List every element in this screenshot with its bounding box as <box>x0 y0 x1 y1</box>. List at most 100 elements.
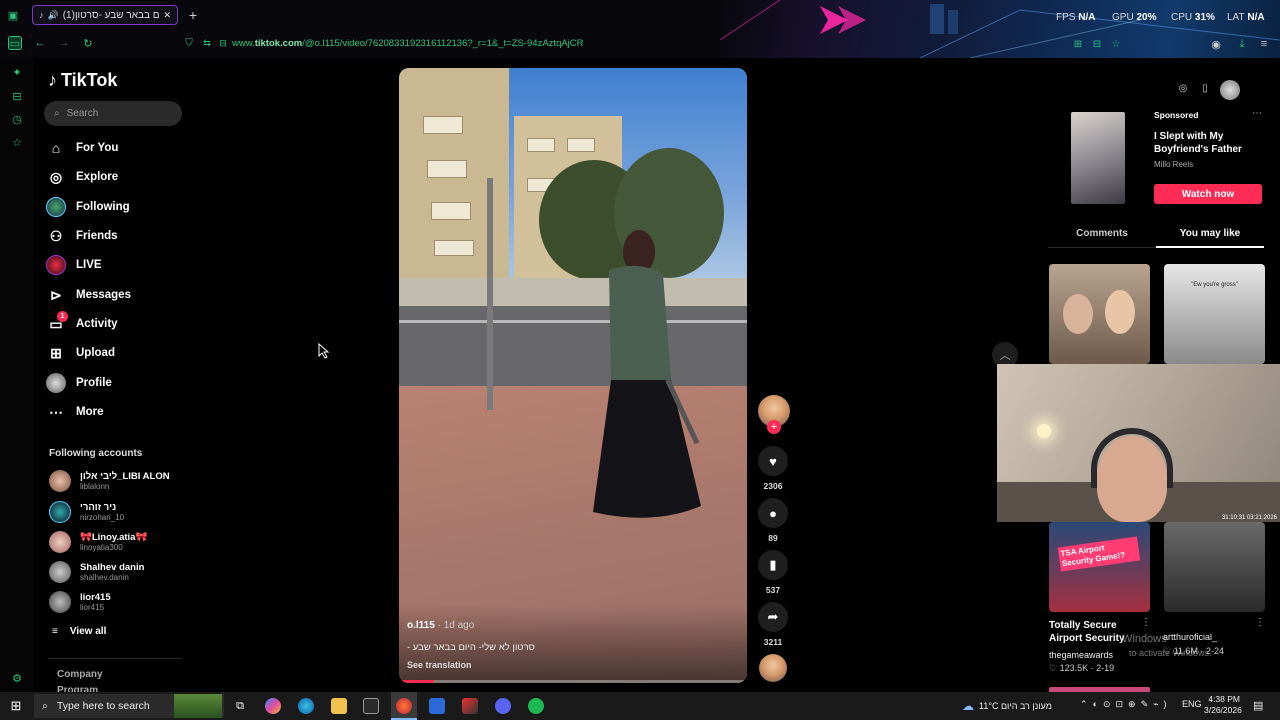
edge-icon[interactable] <box>298 698 314 714</box>
nav-following[interactable]: Following <box>46 196 130 218</box>
pen-app-icon[interactable] <box>462 698 478 714</box>
url-domain: tiktok.com <box>254 38 303 49</box>
workspaces-icon[interactable]: ▣ <box>6 8 20 22</box>
following-account[interactable]: Shalhev danin shalhev.danin <box>49 558 144 586</box>
comment-button[interactable]: ● 89 <box>758 498 788 543</box>
author-name: o.l115 <box>407 620 435 631</box>
menu-icon[interactable]: ≡ <box>1257 37 1271 51</box>
nav-friends[interactable]: ⚇ Friends <box>46 225 118 247</box>
user-avatar[interactable] <box>1220 80 1240 100</box>
new-tab-icon[interactable]: + <box>186 7 200 23</box>
weather-widget[interactable]: ☁ 11°C מעונן רב היום <box>962 699 1052 713</box>
fps-label: FPS <box>1056 12 1076 23</box>
video-person <box>593 230 701 518</box>
nav-messages[interactable]: ⊳ Messages <box>46 284 131 306</box>
ai-icon[interactable]: ✦ <box>10 66 24 80</box>
save-button[interactable]: ▮ 537 <box>758 550 788 595</box>
window-app-icon[interactable] <box>429 698 445 714</box>
close-tab-icon[interactable]: ✕ <box>163 10 171 21</box>
cloud-icon: ☁ <box>962 699 974 713</box>
tab-you-may-like[interactable]: You may like <box>1156 228 1264 248</box>
upload-icon: ⊞ <box>50 344 62 361</box>
spotify-icon[interactable] <box>528 698 544 714</box>
following-account[interactable]: ליבי אלון_LIBI ALON liblalonn <box>49 467 170 495</box>
search-icon: ⌕ <box>42 699 48 712</box>
ad-more-icon[interactable]: ⋯ <box>1252 108 1262 119</box>
video-player[interactable]: o.l115 · 1d ago סרטון לא שלי- היום בבאר … <box>399 68 747 683</box>
windows-start-icon[interactable]: ⊞ <box>8 698 24 714</box>
browser-app-icon[interactable] <box>396 698 412 714</box>
taskbar-clock[interactable]: 4:38 PM 3/26/2026 <box>1204 694 1242 716</box>
recommended-video-thumb[interactable]: TSA Airport Security Game!? <box>1049 522 1150 612</box>
screenshot-icon[interactable]: ⊞ <box>1071 37 1085 51</box>
nav-live[interactable]: LIVE <box>46 254 102 276</box>
mobile-icon[interactable]: ▯ <box>1198 83 1212 97</box>
recommended-video-thumb[interactable] <box>1049 264 1150 364</box>
recommended-more-icon[interactable]: ⋮ <box>1255 617 1265 628</box>
video-window <box>431 202 471 220</box>
share-button[interactable]: ➦ 3211 <box>758 602 788 647</box>
tiktok-logo[interactable]: ♪ TikTok <box>48 70 117 91</box>
nav-upload[interactable]: ⊞ Upload <box>46 342 115 364</box>
favorites-icon[interactable]: ☆ <box>10 136 24 150</box>
task-view-icon[interactable]: ⧉ <box>232 698 248 714</box>
company-link[interactable]: Company <box>57 669 103 680</box>
tab-comments[interactable]: Comments <box>1048 228 1156 239</box>
reader-icon[interactable]: ⊟ <box>1090 37 1104 51</box>
follow-plus-icon[interactable]: + <box>767 420 781 434</box>
file-explorer-icon[interactable] <box>331 698 347 714</box>
nav-label: LIVE <box>76 259 102 271</box>
like-button[interactable]: ♥ 2306 <box>758 446 788 491</box>
copilot-icon[interactable] <box>265 698 281 714</box>
following-account[interactable]: 🎀Linoy.atia🎀 linoyatia300 <box>49 528 147 556</box>
compass-icon[interactable]: ◎ <box>1176 83 1190 97</box>
language-indicator[interactable]: ENG <box>1182 699 1202 709</box>
following-account[interactable]: ניר זוהרי nirzohari_10 <box>49 498 124 526</box>
address-bar[interactable]: www.tiktok.com/@o.l115/video/76208331923… <box>232 38 584 49</box>
system-tray-icons[interactable]: ⌃◐⊙⊡⊕✎⌁) <box>1080 699 1172 710</box>
extension-icon[interactable]: ◉ <box>1209 37 1223 51</box>
notifications-icon[interactable]: ▤ <box>1253 699 1263 712</box>
nav-more[interactable]: ⋯ More <box>46 401 103 423</box>
live-icon <box>46 255 66 275</box>
store-icon[interactable] <box>363 698 379 714</box>
recommended-video-thumb[interactable]: "Ew you're gross" <box>1164 264 1265 364</box>
nav-for-you[interactable]: ⌂ For You <box>46 137 119 159</box>
history-icon[interactable]: ◷ <box>10 113 24 127</box>
lock-icon[interactable]: ⊟ <box>216 36 230 50</box>
nav-activity[interactable]: ▭ 1 Activity <box>46 311 118 335</box>
gpu-value: 20% <box>1136 12 1157 23</box>
recommended-author[interactable]: thegameawards <box>1049 650 1113 660</box>
back-icon[interactable]: ← <box>33 36 47 50</box>
bookmark-star-icon[interactable]: ☆ <box>1109 37 1123 51</box>
nav-explore[interactable]: ◎ Explore <box>46 166 118 188</box>
following-account[interactable]: lior415 lior415 <box>49 588 111 616</box>
right-top-icons: ◎ ▯ <box>1176 80 1240 100</box>
shield-icon[interactable]: ⛉ <box>182 36 196 50</box>
sponsored-ad[interactable]: Sponsored ⋯ I Slept with My Boyfriend's … <box>1050 108 1262 204</box>
settings-gear-icon[interactable]: ⚙ <box>10 672 24 686</box>
video-author[interactable]: o.l115 · 1d ago <box>407 620 474 631</box>
ceiling-light <box>1037 424 1051 438</box>
reload-icon[interactable]: ↻ <box>81 36 95 50</box>
tab-tiktok[interactable]: ♪ 🔊 (1)היום בבאר שבע -סרטון ✕ <box>32 5 178 25</box>
discord-icon[interactable] <box>495 698 511 714</box>
view-all-button[interactable]: ≡ View all <box>52 626 106 637</box>
recommended-author[interactable]: artthuroficial_ <box>1163 632 1217 642</box>
recommended-more-icon[interactable]: ⋮ <box>1141 617 1151 628</box>
download-icon[interactable]: ⤓ <box>1235 37 1249 51</box>
speaker-icon[interactable]: 🔊 <box>48 10 59 21</box>
recommended-video-thumb[interactable] <box>1164 522 1265 612</box>
watch-now-button[interactable]: Watch now <box>1154 184 1262 204</box>
see-translation-link[interactable]: See translation <box>407 660 472 670</box>
forward-icon[interactable]: → <box>57 36 71 50</box>
permissions-icon[interactable]: ⇆ <box>200 36 214 50</box>
sound-disc-button[interactable] <box>758 654 788 682</box>
creator-avatar-button[interactable]: + <box>758 395 790 435</box>
nav-profile[interactable]: Profile <box>46 372 112 394</box>
bookmarks-icon[interactable]: ⊟ <box>10 90 24 104</box>
sidebar-toggle-icon[interactable]: ▭ <box>8 36 22 50</box>
weather-text: 11°C מעונן רב היום <box>979 701 1052 711</box>
video-progress-bar[interactable] <box>399 680 747 683</box>
search-input[interactable]: ⌕ Search <box>44 101 182 126</box>
